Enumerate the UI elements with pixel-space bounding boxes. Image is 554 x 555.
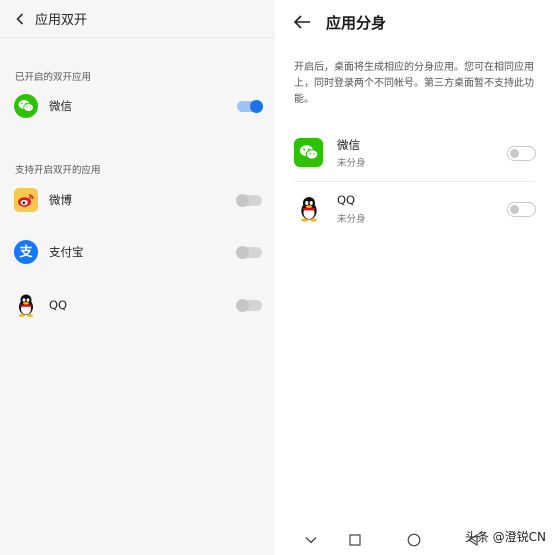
divider <box>294 181 535 182</box>
app-label: 微信 <box>49 99 72 113</box>
toggle-knob <box>236 245 249 259</box>
dual-app-row-weibo[interactable]: 微博 <box>0 182 275 218</box>
page-title: 应用分身 <box>326 13 387 32</box>
dual-toggle-qq[interactable] <box>236 298 262 312</box>
clone-toggle-wechat[interactable] <box>507 146 536 161</box>
dual-toggle-weibo[interactable] <box>236 193 262 207</box>
toggle-knob <box>236 193 249 207</box>
wechat-icon <box>14 94 38 118</box>
recents-square-icon[interactable] <box>347 532 363 548</box>
clone-status: 未分身 <box>337 158 366 169</box>
clone-toggle-qq[interactable] <box>507 202 536 217</box>
toggle-knob <box>236 298 249 312</box>
clone-app-row-qq[interactable]: QQ 未分身 <box>275 186 554 232</box>
toggle-knob <box>510 149 519 158</box>
enabled-section-label: 已开启的双开应用 <box>15 72 92 83</box>
qq-icon <box>14 293 38 317</box>
left-header: 应用双开 <box>0 0 275 38</box>
alipay-icon: 支 <box>14 240 38 264</box>
toggle-knob <box>510 205 519 214</box>
dual-toggle-wechat[interactable] <box>237 99 263 113</box>
page-title: 应用双开 <box>35 13 88 28</box>
app-label: 支付宝 <box>49 245 84 259</box>
supported-section-label: 支持开启双开的应用 <box>15 165 101 176</box>
alipay-glyph: 支 <box>19 244 33 260</box>
toggle-knob <box>250 99 263 113</box>
dual-app-row-alipay[interactable]: 支 支付宝 <box>0 234 275 270</box>
clone-status: 未分身 <box>337 214 366 225</box>
home-circle-icon[interactable] <box>406 532 422 548</box>
app-name: 微信 <box>337 138 360 152</box>
dual-apps-panel: 应用双开 已开启的双开应用 微信 支持开启双开的应用 微博 支 支付宝 QQ <box>0 0 275 555</box>
app-clone-panel: 应用分身 开启后，桌面将生成相应的分身应用。您可在相同应用上，同时登录两个不同帐… <box>275 0 554 555</box>
feature-description: 开启后，桌面将生成相应的分身应用。您可在相同应用上，同时登录两个不同帐号。第三方… <box>294 62 534 105</box>
app-label: 微博 <box>49 193 72 207</box>
chevron-down-icon[interactable] <box>303 532 319 548</box>
watermark: 头条 @澄锐CN <box>464 530 546 544</box>
wechat-icon <box>294 138 323 167</box>
app-label: QQ <box>49 298 68 312</box>
dual-app-row-wechat[interactable]: 微信 <box>0 88 275 124</box>
clone-app-row-wechat[interactable]: 微信 未分身 <box>275 130 554 176</box>
dual-app-row-qq[interactable]: QQ <box>0 287 275 323</box>
dual-toggle-alipay[interactable] <box>236 245 262 259</box>
weibo-icon <box>14 188 38 212</box>
back-chevron-icon[interactable] <box>13 11 27 27</box>
app-name: QQ <box>337 193 356 207</box>
qq-icon <box>294 194 323 223</box>
right-header: 应用分身 <box>275 0 554 44</box>
back-arrow-icon[interactable] <box>293 13 313 31</box>
